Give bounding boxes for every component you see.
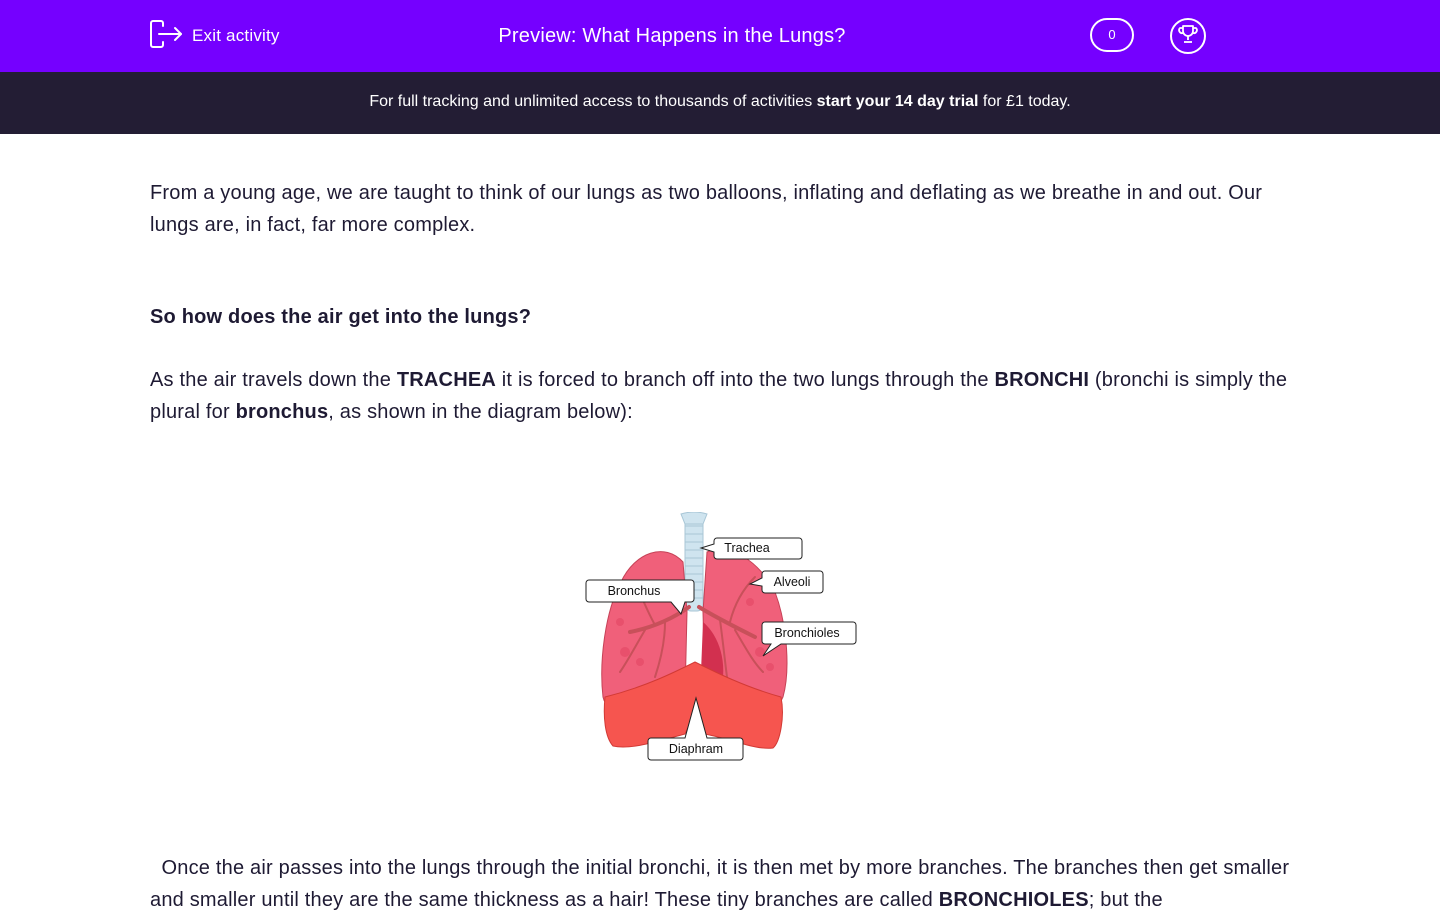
diaphragm-label: Diaphram: [669, 742, 723, 756]
trachea-paragraph: As the air travels down the TRACHEA it i…: [150, 369, 1288, 423]
top-bar: Exit activity Preview: What Happens in t…: [0, 0, 1440, 72]
intro-paragraph: From a young age, we are taught to think…: [150, 182, 1263, 236]
trial-banner: For full tracking and unlimited access t…: [0, 72, 1440, 134]
trachea-callout: Trachea: [699, 537, 803, 560]
section-heading: So how does the air get into the lungs?: [150, 306, 532, 328]
banner-text: For full tracking and unlimited access t…: [369, 93, 817, 110]
trophy-button[interactable]: [1170, 18, 1206, 54]
score-counter: 0: [1090, 18, 1134, 52]
bronchus-label: Bronchus: [608, 584, 661, 598]
bronchioles-label: Bronchioles: [774, 626, 839, 640]
trial-link[interactable]: start your 14 day trial: [817, 93, 979, 110]
bronchioles-paragraph: Once the air passes into the lungs throu…: [150, 857, 1295, 911]
lungs-diagram: Trachea Alveoli Bronchus Bronchioles Dia…: [585, 511, 857, 762]
page-title: Preview: What Happens in the Lungs?: [498, 25, 846, 47]
alveoli-label: Alveoli: [774, 575, 811, 589]
trachea-label: Trachea: [724, 541, 769, 555]
trophy-icon: [1177, 23, 1199, 50]
banner-text-end: for £1 today.: [978, 93, 1071, 110]
